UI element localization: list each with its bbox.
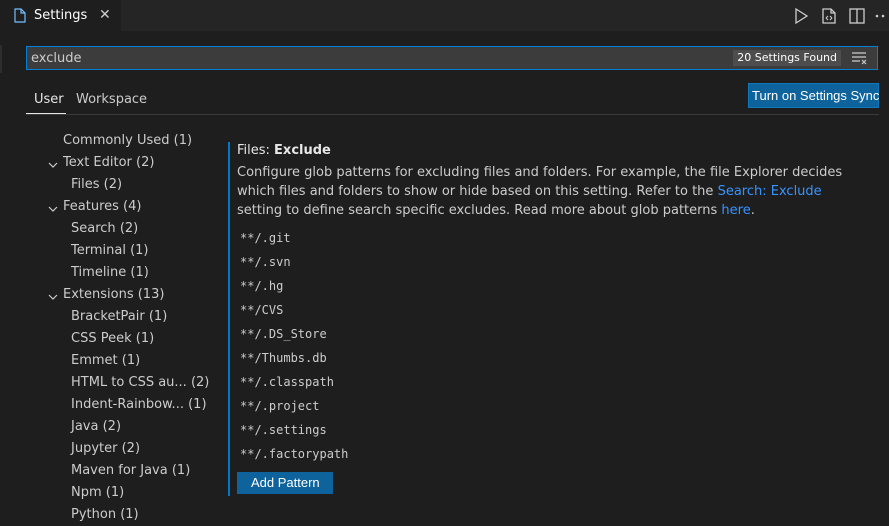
- chevron-down-icon[interactable]: [47, 289, 59, 301]
- setting-category: Files:: [237, 143, 275, 158]
- toc-item-label: Files: [71, 177, 100, 192]
- pattern-item[interactable]: **/.git: [240, 228, 291, 248]
- tab-title: Settings: [34, 8, 88, 23]
- split-editor-icon[interactable]: [847, 6, 867, 26]
- glob-patterns-link[interactable]: here: [721, 203, 750, 218]
- toc-item-count: (2): [102, 419, 122, 434]
- clear-filter-icon[interactable]: [851, 51, 869, 65]
- toc-item[interactable]: Search (2): [71, 218, 138, 240]
- pattern-item[interactable]: **/.factorypath: [240, 444, 348, 464]
- settings-tab[interactable]: Settings ✕: [0, 0, 122, 31]
- results-count-badge: 20 Settings Found: [733, 50, 841, 66]
- toc-item-count: (1): [135, 331, 155, 346]
- toc-item-label: Timeline: [71, 265, 127, 280]
- toc-item-count: (2): [190, 375, 210, 390]
- toc-item-label: Indent-Rainbow...: [71, 397, 184, 412]
- close-icon[interactable]: ✕: [99, 7, 111, 23]
- toc-item-label: Features: [63, 199, 119, 214]
- toc-item[interactable]: Python (1): [71, 504, 139, 526]
- pattern-item[interactable]: **/.classpath: [240, 372, 334, 392]
- toc-item-label: Terminal: [71, 243, 126, 258]
- run-icon[interactable]: [791, 6, 811, 26]
- left-margin-indicator: [0, 45, 2, 73]
- toc-item-label: Text Editor: [63, 155, 132, 170]
- open-settings-json-icon[interactable]: [819, 6, 839, 26]
- toc-item-label: Emmet: [71, 353, 118, 368]
- pattern-item[interactable]: **/.project: [240, 396, 319, 416]
- search-exclude-link[interactable]: Search: Exclude: [718, 184, 822, 199]
- toc-item-label: Maven for Java: [71, 463, 168, 478]
- toc-item[interactable]: Terminal (1): [71, 240, 149, 262]
- add-pattern-button[interactable]: Add Pattern: [237, 472, 333, 494]
- toc-item[interactable]: CSS Peek (1): [71, 328, 154, 350]
- setting-title: Files: Exclude: [237, 143, 331, 158]
- toc-item[interactable]: BracketPair (1): [71, 306, 167, 328]
- toc-item[interactable]: Npm (1): [71, 482, 124, 504]
- toc-item[interactable]: Jupyter (2): [71, 438, 140, 460]
- toc-item[interactable]: Indent-Rainbow... (1): [71, 394, 207, 416]
- toc-item-count: (1): [171, 463, 191, 478]
- toc-item[interactable]: Text Editor (2): [48, 152, 155, 174]
- toc-item-label: Extensions: [63, 287, 134, 302]
- toc-item[interactable]: Timeline (1): [71, 262, 149, 284]
- focus-indicator: [228, 142, 230, 496]
- scope-divider: [26, 114, 879, 115]
- toc-item[interactable]: Java (2): [71, 416, 121, 438]
- toc-item[interactable]: Commonly Used (1): [63, 130, 192, 152]
- toc-item-label: Search: [71, 221, 116, 236]
- toc-item[interactable]: Extensions (13): [48, 284, 165, 306]
- toc-item-count: (2): [119, 221, 139, 236]
- toc-item-label: Jupyter: [71, 441, 118, 456]
- more-actions-icon[interactable]: [873, 6, 889, 26]
- toc-item-label: CSS Peek: [71, 331, 132, 346]
- toc-item-count: (1): [105, 485, 125, 500]
- toc-item-count: (2): [103, 177, 123, 192]
- toc-item-label: BracketPair: [71, 309, 145, 324]
- toc-item-count: (1): [188, 397, 207, 412]
- toc-item-count: (4): [123, 199, 142, 214]
- toc-item-label: Commonly Used: [63, 133, 170, 148]
- setting-description: Configure glob patterns for excluding fi…: [237, 165, 843, 218]
- chevron-down-icon[interactable]: [47, 201, 59, 213]
- active-tab-indicator: [26, 113, 66, 114]
- toc-item-count: (13): [137, 287, 165, 302]
- toc-item-label: HTML to CSS au...: [71, 375, 187, 390]
- toc-item-label: Python: [71, 507, 117, 522]
- toc-item[interactable]: Emmet (1): [71, 350, 140, 372]
- toc-item-count: (2): [136, 155, 155, 170]
- toc-item-count: (1): [130, 243, 149, 258]
- toc-item-count: (1): [120, 507, 139, 522]
- toc-item[interactable]: Files (2): [71, 174, 122, 196]
- pattern-item[interactable]: **/.DS_Store: [240, 324, 327, 344]
- pattern-item[interactable]: **/Thumbs.db: [240, 348, 327, 368]
- toc-item[interactable]: HTML to CSS au... (2): [71, 372, 209, 394]
- turn-on-settings-sync-button[interactable]: Turn on Settings Sync: [748, 83, 879, 108]
- toc-item[interactable]: Features (4): [48, 196, 142, 218]
- pattern-item[interactable]: **/.hg: [240, 276, 283, 296]
- toc-item-label: Npm: [71, 485, 102, 500]
- toc-item-count: (1): [173, 133, 193, 148]
- search-box: 20 Settings Found: [26, 46, 878, 70]
- pattern-item[interactable]: **/CVS: [240, 300, 283, 320]
- toc-item-count: (2): [121, 441, 141, 456]
- toc-item[interactable]: Maven for Java (1): [71, 460, 190, 482]
- chevron-down-icon[interactable]: [47, 157, 59, 169]
- pattern-item[interactable]: **/.svn: [240, 252, 291, 272]
- toc-item-label: Java: [71, 419, 99, 434]
- toc-item-count: (1): [148, 309, 168, 324]
- tab-workspace[interactable]: Workspace: [76, 92, 147, 107]
- settings-search-input[interactable]: [31, 48, 731, 68]
- editor-tab-bar: Settings ✕: [0, 0, 889, 31]
- setting-name: Exclude: [274, 143, 331, 158]
- pattern-item[interactable]: **/.settings: [240, 420, 327, 440]
- toc-item-count: (1): [121, 353, 141, 368]
- tab-user[interactable]: User: [34, 92, 64, 107]
- file-icon: [14, 8, 26, 27]
- toc-item-count: (1): [130, 265, 149, 280]
